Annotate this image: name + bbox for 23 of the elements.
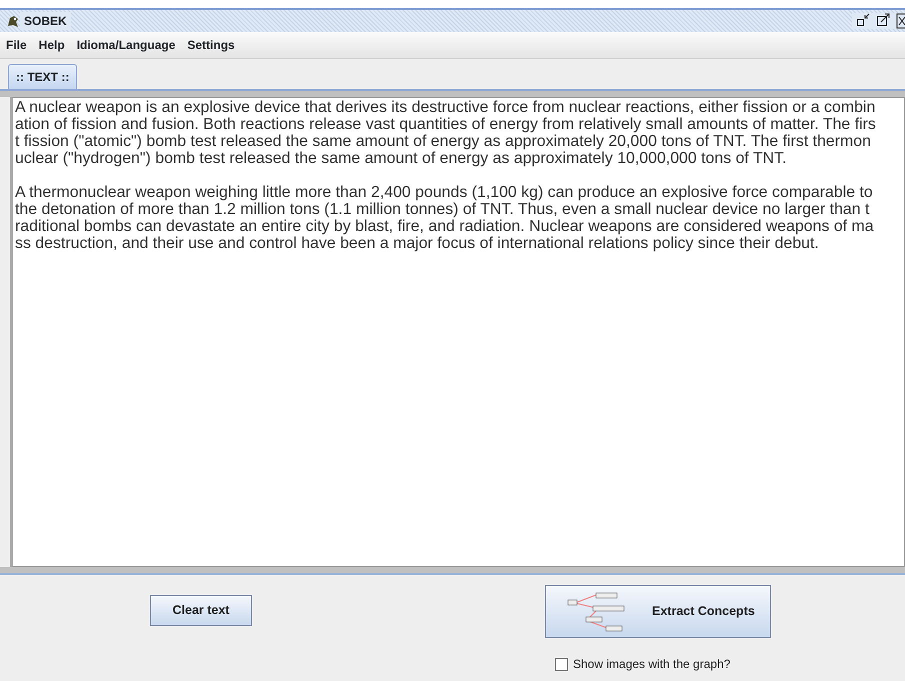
menu-item[interactable]: Idioma/Language (76, 36, 176, 54)
extract-concepts-button[interactable]: Extract Concepts (545, 585, 771, 638)
text-area[interactable] (10, 97, 905, 567)
text-line: uclear ("hydrogen") bomb test released the same amount of energy as approximately 10,000,000 tons of TNT. (15, 150, 787, 167)
menu-item[interactable]: Help (38, 36, 65, 54)
text-line: t fission ("atomic") bomb test released the same amount of energy as approximately 20,000 tons of TNT. The first thermon (15, 133, 871, 150)
menu-item[interactable]: File (6, 36, 27, 54)
checkbox[interactable] (555, 658, 568, 670)
checkbox-label: Show images with the graph? (573, 656, 730, 673)
text-line: raditional bombs can devastate an entire city by blast, fire, and radiation. Nuclear weapons are considered weapons of ma (15, 218, 874, 235)
window-title: SOBEK (20, 12, 71, 30)
clear-text-button[interactable]: Clear text (150, 595, 252, 626)
text-line: A thermonuclear weapon weighing little more than 2,400 pounds (1,100 kg) can produce an explosive force comparable to (15, 184, 873, 201)
tab[interactable]: :: TEXT :: (8, 64, 78, 89)
text-line: ss destruction, and their use and control have been a major focus of international relations policy since their debut. (15, 235, 819, 252)
maximize-icon[interactable] (876, 13, 890, 27)
menu-item[interactable]: Settings (187, 36, 235, 54)
minimize-icon[interactable] (856, 13, 870, 27)
text-line: ation of fission and fusion. Both reactions release vast quantities of energy from relatively small amounts of matter. The firs (15, 116, 876, 133)
close-icon[interactable] (896, 13, 905, 29)
text-line: A nuclear weapon is an explosive device that derives its destructive force from nuclear reactions, either fission or a combin (15, 99, 876, 116)
app-logo-icon (6, 14, 20, 28)
text-line: the detonation of more than 1.2 million tons (1.1 million tonnes) of TNT. Thus, even a small nuclear device no larger than t (15, 201, 870, 218)
